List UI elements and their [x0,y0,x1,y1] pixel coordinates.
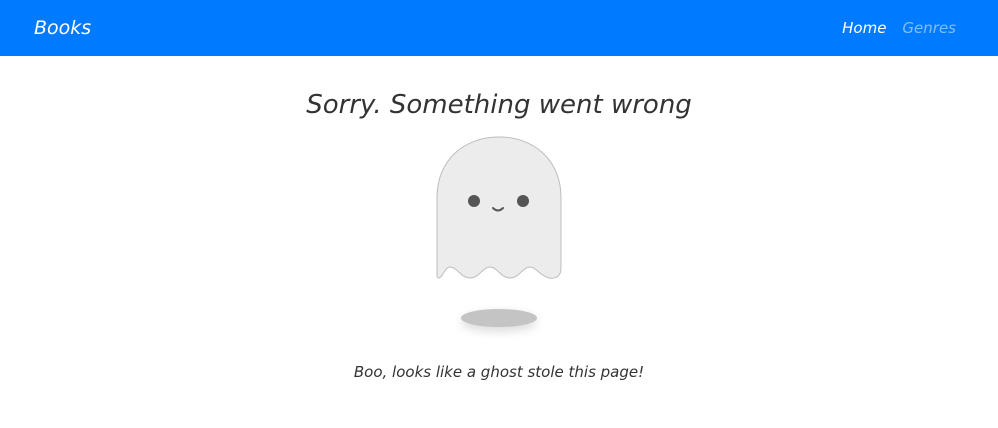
ghost-shadow [461,309,537,327]
nav-link-home[interactable]: Home [842,18,886,38]
brand-link[interactable]: Books [34,16,91,40]
navbar: Books Home Genres [0,0,998,56]
nav-link-genres[interactable]: Genres [902,18,956,38]
error-message: Boo, looks like a ghost stole this page! [353,363,645,381]
nav-links: Home Genres [842,18,956,38]
ghost-icon [436,136,562,280]
page-title: Sorry. Something went wrong [306,90,692,120]
